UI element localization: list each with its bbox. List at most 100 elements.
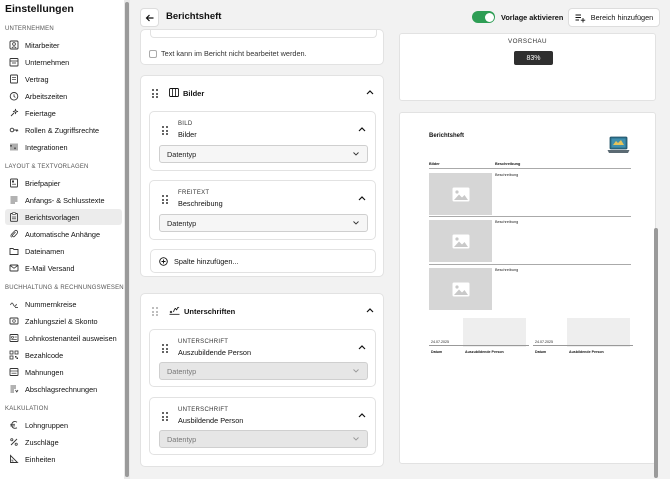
sidebar-item-label: Zahlungsziel & Skonto (25, 316, 98, 326)
sidebar-item-lohngruppen[interactable]: Lohngruppen (5, 417, 122, 433)
doc-sig-person-label: Auszubildende Person (465, 350, 504, 354)
column-name-label: Bilder (178, 130, 197, 139)
sidebar-item-label: Berichtsvorlagen (25, 212, 80, 222)
images-section-card: Bilder BILD Bilder Datentyp FREITEXT Bes… (140, 75, 384, 277)
sidebar-item-unternehmen[interactable]: Unternehmen (5, 54, 122, 70)
sidebar-item-vertrag[interactable]: Vertrag (5, 71, 122, 87)
doc-sig-date: 24.07.2025 (431, 340, 449, 344)
sidebar-item-nummernkreise[interactable]: Nummernkreise (5, 296, 122, 312)
sidebar-item-label: Vertrag (25, 74, 49, 84)
sidebar-item-label: Feiertage (25, 108, 56, 118)
list-add-icon (575, 14, 585, 22)
sidebar-item-label: Anfangs- & Schlusstexte (25, 195, 105, 205)
wage-icon (9, 333, 19, 343)
template-editor: Text kann im Bericht nicht bearbeitet we… (140, 29, 385, 479)
sidebar-item-einheiten[interactable]: Einheiten (5, 451, 122, 467)
chevron-up-icon[interactable] (358, 126, 366, 132)
datatype-select[interactable]: Datentyp (159, 214, 368, 232)
text-block-field[interactable] (150, 30, 377, 38)
datatype-select: Datentyp (159, 362, 368, 380)
sidebar-title: Einstellungen (5, 3, 74, 15)
sidebar-item-email[interactable]: E-Mail Versand (5, 260, 122, 276)
column-type-label: BILD (178, 121, 193, 127)
installment-icon (9, 384, 19, 394)
contract-icon (9, 74, 19, 84)
folder-icon (9, 246, 19, 256)
sidebar-item-label: Unternehmen (25, 57, 70, 67)
sidebar-item-label: Bezahlcode (25, 350, 64, 360)
sidebar-item-label: Lohngruppen (25, 420, 69, 430)
number-icon (9, 299, 19, 309)
sidebar-item-label: E-Mail Versand (25, 263, 75, 273)
sidebar-item-zuschlaege[interactable]: Zuschläge (5, 434, 122, 450)
clock-icon (9, 91, 19, 101)
drag-handle-icon[interactable] (162, 126, 168, 135)
page-title: Berichtsheft (166, 11, 222, 22)
signatures-section-title: Unterschriften (184, 307, 236, 316)
chevron-down-icon (353, 369, 359, 373)
column-card-ausbildende: UNTERSCHRIFT Ausbildende Person Datentyp (149, 397, 376, 455)
add-column-button[interactable]: Spalte hinzufügen... (150, 249, 376, 273)
sidebar-item-label: Abschlagsrechnungen (25, 384, 98, 394)
datatype-select[interactable]: Datentyp (159, 145, 368, 163)
sidebar-item-integrationen[interactable]: Integrationen (5, 139, 122, 155)
sidebar-item-feiertage[interactable]: Feiertage (5, 105, 122, 121)
sidebar-item-mitarbeiter[interactable]: Mitarbeiter (5, 37, 122, 53)
sidebar-item-label: Einheiten (25, 454, 56, 464)
preview-scrollbar-thumb[interactable] (654, 228, 658, 478)
section-buchhaltung: BUCHHALTUNG & RECHNUNGSWESEN (5, 285, 124, 291)
lock-text-checkbox[interactable] (149, 49, 157, 58)
add-column-label: Spalte hinzufügen... (174, 256, 239, 266)
drag-handle-icon[interactable] (152, 89, 158, 98)
ruler-icon (9, 454, 19, 464)
sidebar-item-lohnkostenanteil[interactable]: Lohnkostenanteil ausweisen (5, 330, 122, 346)
signature-box (567, 318, 630, 347)
sidebar-item-rollen[interactable]: Rollen & Zugriffsrechte (5, 122, 122, 138)
mail-icon (9, 263, 19, 273)
sidebar-item-berichtsvorlagen[interactable]: Berichtsvorlagen (5, 209, 122, 225)
percent-icon (9, 437, 19, 447)
template-active-toggle[interactable] (472, 11, 495, 23)
doc-sig-date-label: Datum (431, 350, 443, 354)
sidebar-item-label: Nummernkreise (25, 299, 77, 309)
column-name-label: Auszubildende Person (178, 348, 252, 357)
sidebar-item-anhaenge[interactable]: Automatische Anhänge (5, 226, 122, 242)
drag-handle-icon[interactable] (152, 307, 158, 316)
doc-row-description: Beschreibung (495, 173, 519, 177)
doc-sig-person-label: Ausbildende Person (569, 350, 604, 354)
chevron-up-icon[interactable] (366, 307, 374, 313)
chevron-up-icon[interactable] (358, 344, 366, 350)
sidebar-item-arbeitszeiten[interactable]: Arbeitszeiten (5, 88, 122, 104)
text-icon (9, 195, 19, 205)
section-layout: LAYOUT & TEXTVORLAGEN (5, 164, 89, 170)
settings-sidebar: Einstellungen UNTERNEHMEN Mitarbeiter Un… (0, 0, 124, 479)
sidebar-item-label: Zuschläge (25, 437, 59, 447)
back-button[interactable] (140, 8, 159, 27)
sidebar-item-label: Briefpapier (25, 178, 61, 188)
chevron-up-icon[interactable] (358, 195, 366, 201)
sidebar-scrollbar-thumb[interactable] (125, 2, 129, 477)
sidebar-item-bezahlcode[interactable]: Bezahlcode (5, 347, 122, 363)
sidebar-item-zahlungsziel[interactable]: Zahlungsziel & Skonto (5, 313, 122, 329)
sidebar-item-dateinamen[interactable]: Dateinamen (5, 243, 122, 259)
drag-handle-icon[interactable] (162, 412, 168, 421)
select-value: Datentyp (167, 434, 197, 444)
column-card-bild: BILD Bilder Datentyp (149, 111, 376, 171)
select-value: Datentyp (167, 149, 197, 159)
drag-handle-icon[interactable] (162, 195, 168, 204)
signature-line (429, 345, 529, 346)
chevron-up-icon[interactable] (366, 89, 374, 95)
section-kalkulation: KALKULATION (5, 406, 49, 412)
sidebar-item-mahnungen[interactable]: Mahnungen (5, 364, 122, 380)
key-icon (9, 125, 19, 135)
zoom-level-badge[interactable]: 83% (514, 51, 553, 65)
drag-handle-icon[interactable] (162, 344, 168, 353)
sidebar-item-anfangstexte[interactable]: Anfangs- & Schlusstexte (5, 192, 122, 208)
add-area-button[interactable]: Bereich hinzufügen (568, 8, 660, 27)
sidebar-item-abschlagsrechnungen[interactable]: Abschlagsrechnungen (5, 381, 122, 397)
toggle-knob (484, 12, 494, 22)
sidebar-item-briefpapier[interactable]: Briefpapier (5, 175, 122, 191)
column-name-label: Ausbildende Person (178, 416, 244, 425)
chevron-up-icon[interactable] (358, 412, 366, 418)
paperclip-icon (9, 229, 19, 239)
